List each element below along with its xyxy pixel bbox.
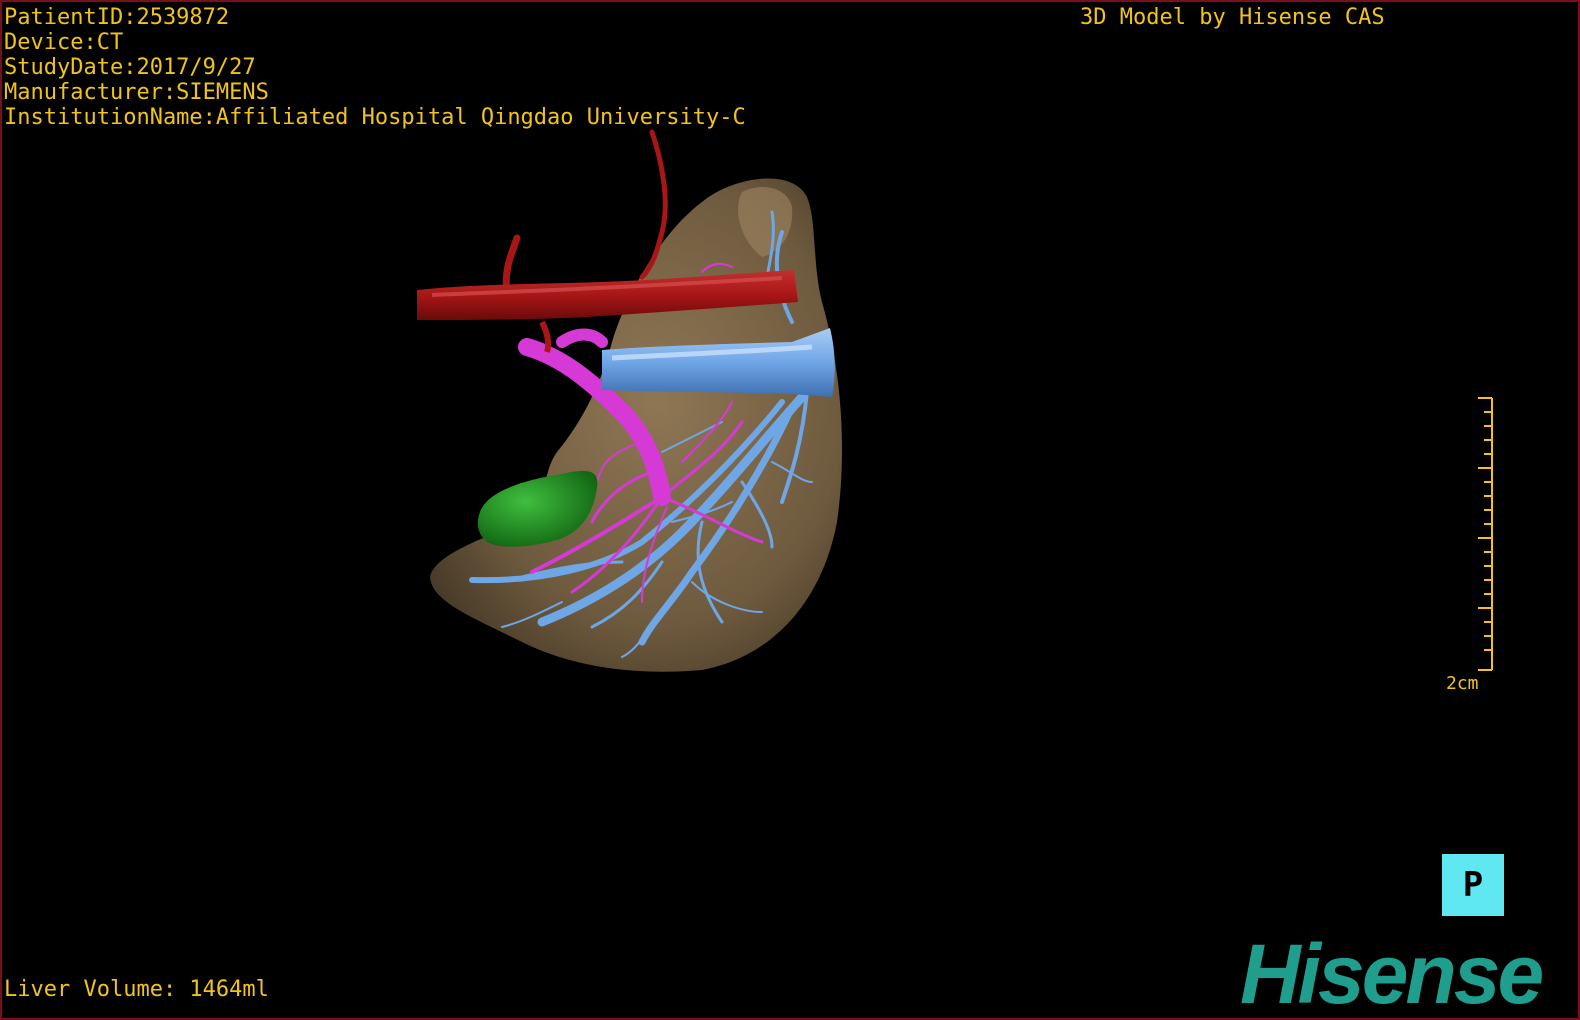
liver-3d-model[interactable] xyxy=(2,2,1578,1018)
scale-label: 2cm xyxy=(1446,673,1479,694)
liver-volume-label: Liver Volume: 1464ml xyxy=(4,977,269,1002)
orientation-cube-icon[interactable]: P xyxy=(1442,854,1504,916)
3d-viewport[interactable]: PatientID:2539872 Device:CT StudyDate:20… xyxy=(0,0,1580,1020)
orientation-letter: P xyxy=(1462,865,1484,905)
hisense-logo: Hisense xyxy=(1240,927,1544,1020)
scale-ruler-icon xyxy=(1478,397,1493,671)
artery-branch xyxy=(502,234,521,296)
